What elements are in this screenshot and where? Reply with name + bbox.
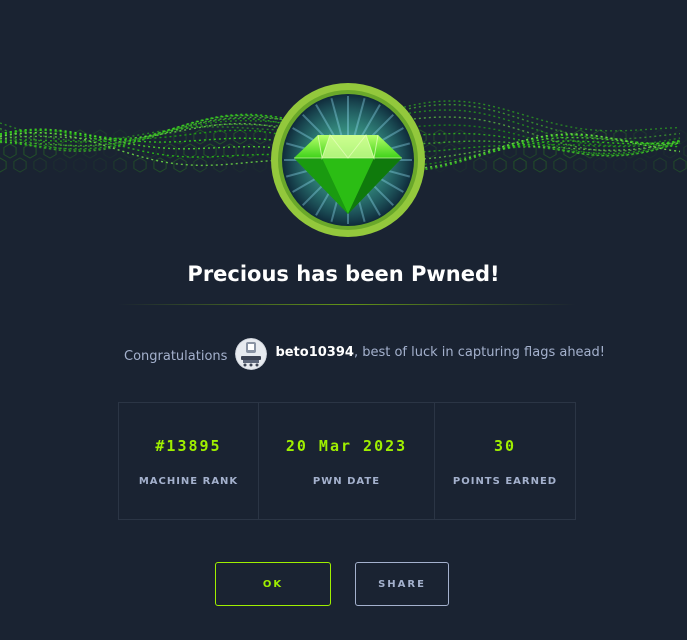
congrats-lead: Congratulations: [124, 348, 228, 364]
congrats-tail: , best of luck in capturing flags ahead!: [353, 344, 605, 360]
green-gem-icon: [271, 83, 425, 237]
points-earned-label: POINTS EARNED: [452, 476, 558, 487]
points-earned-value: 30: [493, 437, 517, 455]
stat-points-earned: 30 POINTS EARNED: [434, 403, 575, 519]
pwn-date-label: PWN DATE: [312, 476, 381, 487]
page-title: Precious has been Pwned!: [187, 262, 500, 286]
pwn-date-value: 20 Mar 2023: [285, 437, 408, 455]
machine-rank-value: #13895: [155, 437, 222, 455]
avatar[interactable]: [235, 338, 268, 370]
stat-machine-rank: #13895 MACHINE RANK: [119, 403, 258, 519]
username-link[interactable]: beto10394: [275, 345, 354, 360]
machine-rank-label: MACHINE RANK: [138, 476, 239, 487]
share-button[interactable]: SHARE: [355, 562, 449, 606]
pwned-modal: Precious has been Pwned! Congratulations…: [0, 0, 687, 640]
stats-panel: #13895 MACHINE RANK 20 Mar 2023 PWN DATE…: [118, 402, 576, 520]
stat-pwn-date: 20 Mar 2023 PWN DATE: [258, 403, 434, 519]
title-divider: [118, 304, 576, 305]
congrats-message: Congratulations beto10394 , best of luck…: [124, 337, 605, 371]
gem-badge: [268, 80, 428, 240]
ok-button[interactable]: OK: [215, 562, 331, 606]
